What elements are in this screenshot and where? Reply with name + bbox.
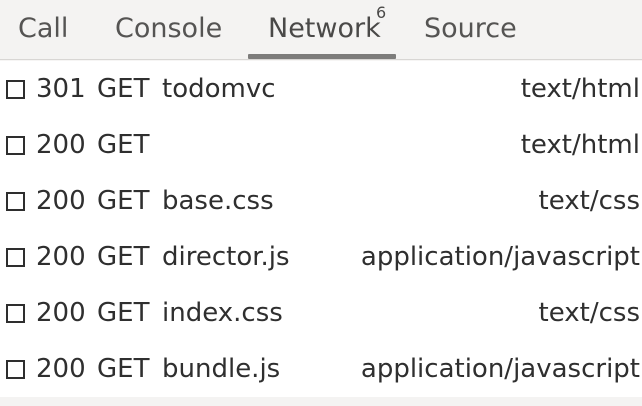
request-name: base.css — [162, 186, 274, 216]
request-checkbox[interactable] — [6, 304, 25, 323]
request-mime-type: text/css — [538, 186, 640, 216]
request-name: todomvc — [162, 74, 276, 104]
tab-call[interactable]: Call — [18, 0, 68, 60]
request-row[interactable]: 200 GET base.css text/css — [0, 173, 642, 229]
request-status: 200 — [36, 130, 86, 160]
request-mime-type: text/html — [520, 130, 640, 160]
request-checkbox[interactable] — [6, 136, 25, 155]
panel-bottom-edge — [0, 397, 642, 406]
request-method: GET — [97, 130, 150, 160]
request-mime-type: application/javascript — [360, 354, 640, 384]
request-method: GET — [97, 242, 150, 272]
request-name: index.css — [162, 298, 283, 328]
request-status: 200 — [36, 242, 86, 272]
request-mime-type: application/javascript — [360, 242, 640, 272]
devtools-tab-bar: Call Console Network 6 Source — [0, 0, 642, 60]
request-row[interactable]: 200 GET bundle.js application/javascript — [0, 341, 642, 397]
request-checkbox[interactable] — [6, 192, 25, 211]
request-status: 301 — [36, 74, 86, 104]
request-row[interactable]: 301 GET todomvc text/html — [0, 61, 642, 117]
tab-network[interactable]: Network — [268, 0, 381, 60]
request-method: GET — [97, 186, 150, 216]
request-status: 200 — [36, 186, 86, 216]
request-checkbox[interactable] — [6, 360, 25, 379]
request-method: GET — [97, 354, 150, 384]
request-checkbox[interactable] — [6, 248, 25, 267]
tab-source[interactable]: Source — [424, 0, 517, 60]
request-mime-type: text/html — [520, 74, 640, 104]
active-tab-indicator — [248, 54, 396, 59]
request-method: GET — [97, 74, 150, 104]
request-status: 200 — [36, 354, 86, 384]
request-status: 200 — [36, 298, 86, 328]
request-method: GET — [97, 298, 150, 328]
network-count-badge: 6 — [376, 3, 387, 22]
request-mime-type: text/css — [538, 298, 640, 328]
network-request-list: 301 GET todomvc text/html 200 GET text/h… — [0, 61, 642, 397]
request-row[interactable]: 200 GET director.js application/javascri… — [0, 229, 642, 285]
request-checkbox[interactable] — [6, 80, 25, 99]
request-row[interactable]: 200 GET text/html — [0, 117, 642, 173]
request-name: director.js — [162, 242, 290, 272]
request-name: bundle.js — [162, 354, 281, 384]
request-row[interactable]: 200 GET index.css text/css — [0, 285, 642, 341]
tab-console[interactable]: Console — [115, 0, 222, 60]
